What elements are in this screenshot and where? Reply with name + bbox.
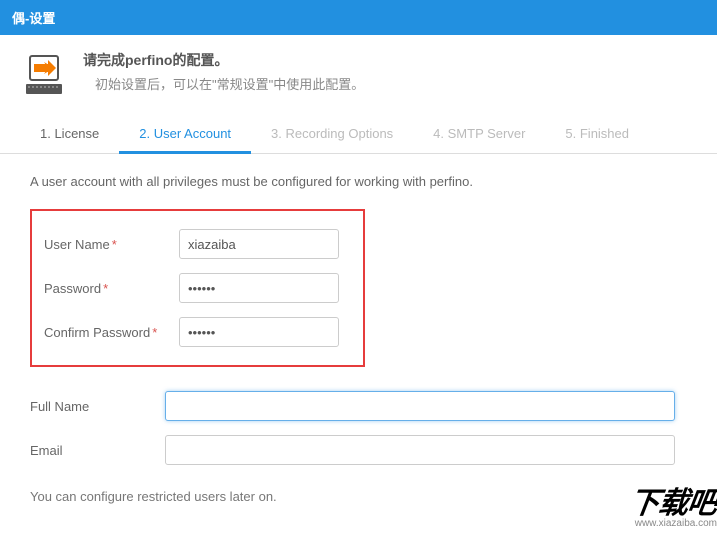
intro-title: 请完成perfino的配置。 bbox=[83, 50, 364, 70]
required-fields-box: User Name* Password* Confirm Password* bbox=[30, 209, 365, 367]
tab-recording-options: 3. Recording Options bbox=[251, 116, 413, 153]
tab-finished: 5. Finished bbox=[545, 116, 649, 153]
row-username: User Name* bbox=[44, 229, 351, 259]
intro-section: 请完成perfino的配置。 初始设置后，可以在"常规设置"中使用此配置。 bbox=[0, 35, 717, 108]
row-email: Email bbox=[30, 435, 687, 465]
setup-wizard-icon bbox=[20, 50, 68, 98]
label-password: Password* bbox=[44, 281, 179, 296]
hint-text: You can configure restricted users later… bbox=[30, 489, 687, 504]
input-confirm-password[interactable] bbox=[179, 317, 339, 347]
row-confirm-password: Confirm Password* bbox=[44, 317, 351, 347]
intro-text: 请完成perfino的配置。 初始设置后，可以在"常规设置"中使用此配置。 bbox=[83, 50, 364, 93]
tab-license[interactable]: 1. License bbox=[20, 116, 119, 153]
content-description: A user account with all privileges must … bbox=[30, 174, 687, 189]
label-email: Email bbox=[30, 443, 165, 458]
row-password: Password* bbox=[44, 273, 351, 303]
input-username[interactable] bbox=[179, 229, 339, 259]
tab-user-account[interactable]: 2. User Account bbox=[119, 116, 251, 154]
row-fullname: Full Name bbox=[30, 391, 687, 421]
input-email[interactable] bbox=[165, 435, 675, 465]
label-username: User Name* bbox=[44, 237, 179, 252]
window-title-bar: 偶-设置 bbox=[0, 0, 717, 35]
intro-subtitle: 初始设置后，可以在"常规设置"中使用此配置。 bbox=[83, 74, 364, 93]
label-confirm-password: Confirm Password* bbox=[44, 325, 179, 340]
wizard-tabs: 1. License 2. User Account 3. Recording … bbox=[0, 116, 717, 154]
input-fullname[interactable] bbox=[165, 391, 675, 421]
tab-smtp-server: 4. SMTP Server bbox=[413, 116, 545, 153]
window-title: 偶-设置 bbox=[12, 11, 55, 26]
content-panel: A user account with all privileges must … bbox=[0, 154, 717, 539]
label-fullname: Full Name bbox=[30, 399, 165, 414]
input-password[interactable] bbox=[179, 273, 339, 303]
